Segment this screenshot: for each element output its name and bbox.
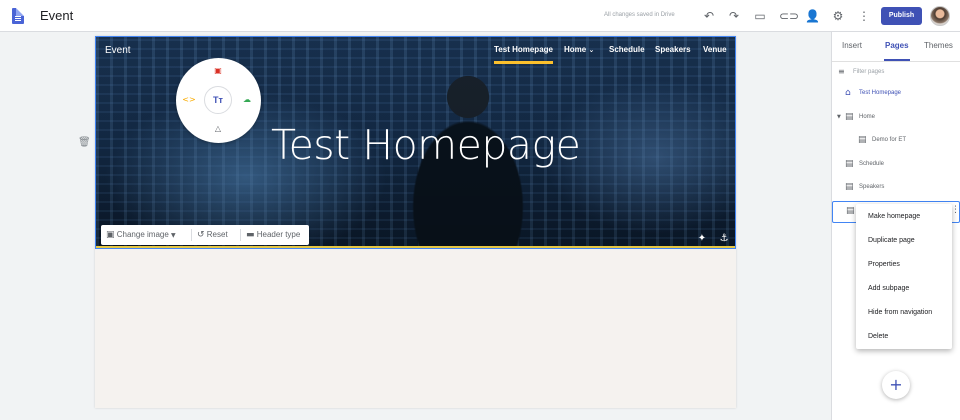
image-icon: ▣ [106,230,115,240]
embed-icon[interactable]: <> [182,93,196,107]
page-item-home[interactable]: ▼ ▤ Home [832,109,960,127]
page-label: Speakers [859,184,885,190]
page-item-schedule[interactable]: ▤ Schedule [832,156,960,174]
cloud-upload-icon[interactable]: ☁ [240,93,254,107]
page-item-test-homepage[interactable]: ⌂ Test Homepage [832,85,960,103]
header-type-button[interactable]: ▬ Header type [246,225,300,245]
chevron-down-icon: ⌄ [588,46,595,54]
add-page-button[interactable]: + [882,371,910,399]
delete-section-icon[interactable]: 🗑 [78,137,91,149]
menu-item-add-subpage[interactable]: Add subpage [868,285,909,292]
toolbar-divider [191,229,192,241]
share-icon[interactable]: 👤 [805,9,820,23]
save-status: All changes saved in Drive [604,12,675,18]
document-title[interactable]: Event [40,8,73,23]
tab-divider [832,61,960,62]
reset-button[interactable]: ↺ Reset [197,225,228,245]
filter-pages-input[interactable]: ≡ Filter pages [838,66,956,78]
page-canvas: Event Test Homepage Home ⌄ Schedule Spea… [95,36,736,408]
page-label: Test Homepage [859,90,902,96]
drive-icon[interactable]: △ [211,122,225,136]
hero-title[interactable]: Test Homepage [271,121,581,169]
page-icon: ▤ [858,135,867,145]
page-icon: ▤ [845,159,854,169]
insert-wheel: ▣ <> ☁ △ Tт [176,58,261,143]
tab-pages[interactable]: Pages [885,41,909,50]
header-accent-stripe [96,246,735,248]
menu-item-make-homepage[interactable]: Make homepage [868,213,920,220]
top-bar: Event All changes saved in Drive ↶ ↷ ▭ ⊂… [0,0,960,32]
anchor-icon[interactable]: ⚓ [718,233,730,245]
menu-item-properties[interactable]: Properties [868,261,900,268]
avatar[interactable] [930,6,950,26]
text-box-icon[interactable]: Tт [204,86,232,114]
image-toolbar: ▣ Change image ▼ ↺ Reset ▬ Header type [101,225,309,245]
filter-icon: ≡ [838,67,845,76]
page-label: Home [859,114,876,120]
nav-item-venue[interactable]: Venue [703,45,727,57]
more-vert-icon[interactable]: ⋮ [857,9,871,23]
active-nav-indicator [494,61,553,64]
link-icon[interactable]: ⊂⊃ [779,9,799,23]
page-item-demo-for-et[interactable]: ▤ Demo for ET [832,132,960,150]
sites-logo-icon[interactable] [12,8,24,24]
image-icon[interactable]: ▣ [211,64,225,78]
nav-item-home-label: Home [564,45,587,54]
reset-label: Reset [206,230,228,239]
undo-icon[interactable]: ↶ [702,9,716,23]
site-name[interactable]: Event [105,45,131,56]
sparkle-icon[interactable]: ✦ [696,233,708,245]
active-tab-indicator [884,59,910,61]
header-type-label: Header type [256,230,301,239]
nav-item-schedule[interactable]: Schedule [609,45,645,57]
nav-item-home[interactable]: Home ⌄ [564,45,594,57]
page-icon: ▤ [846,206,855,216]
gear-icon[interactable]: ⚙ [831,9,845,23]
dropdown-arrow-icon: ▼ [171,232,176,239]
redo-icon[interactable]: ↷ [727,9,741,23]
reset-icon: ↺ [197,230,205,240]
preview-icon[interactable]: ▭ [753,9,767,23]
change-image-label: Change image [116,230,169,239]
menu-item-hide-from-navigation[interactable]: Hide from navigation [868,309,932,316]
publish-button[interactable]: Publish [881,7,922,25]
toolbar-divider [240,229,241,241]
page-options-icon[interactable]: ⋮ [951,205,960,215]
header-type-icon: ▬ [246,230,255,240]
page-label: Demo for ET [872,137,907,143]
page-icon: ▤ [845,112,854,122]
page-label: Schedule [859,161,885,167]
home-icon: ⌂ [845,88,851,98]
menu-item-duplicate-page[interactable]: Duplicate page [868,237,915,244]
page-icon: ▤ [845,182,854,192]
nav-item-speakers[interactable]: Speakers [655,45,691,57]
tab-themes[interactable]: Themes [924,41,953,50]
filter-placeholder: Filter pages [853,69,885,75]
header-image[interactable]: Event Test Homepage Home ⌄ Schedule Spea… [95,36,736,249]
page-context-menu: Make homepage Duplicate page Properties … [856,204,952,349]
menu-item-delete[interactable]: Delete [868,333,888,340]
tab-insert[interactable]: Insert [842,41,862,50]
expand-caret-icon[interactable]: ▼ [837,114,841,120]
change-image-button[interactable]: ▣ Change image ▼ [106,225,176,245]
page-item-speakers[interactable]: ▤ Speakers [832,179,960,197]
nav-item-test-homepage[interactable]: Test Homepage [494,45,553,57]
